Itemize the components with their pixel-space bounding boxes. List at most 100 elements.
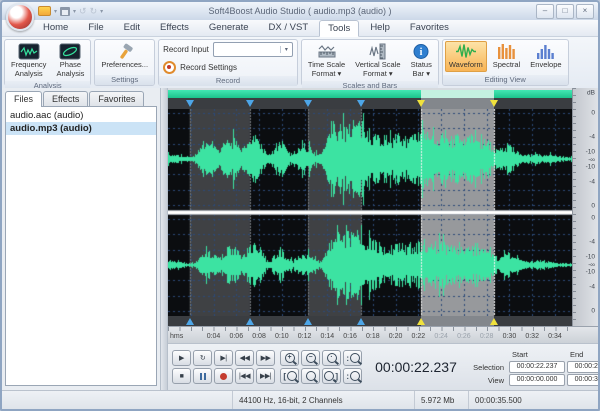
envelope-view-button[interactable]: Envelope — [526, 41, 565, 72]
save-icon[interactable] — [60, 7, 70, 16]
tab-generate[interactable]: Generate — [200, 19, 258, 36]
minimize-button[interactable]: – — [536, 4, 554, 19]
panel-splitter[interactable] — [160, 88, 168, 390]
rewind-button[interactable]: ◀◀ — [235, 350, 254, 366]
region-marker[interactable] — [357, 318, 365, 325]
fast-forward-button[interactable]: ▶▶ — [256, 350, 275, 366]
tab-effects[interactable]: Effects — [151, 19, 198, 36]
region-marker[interactable] — [186, 100, 194, 107]
record-icon — [220, 373, 227, 380]
time-ruler[interactable]: hms 0:040:060:080:100:120:140:160:180:20… — [168, 326, 598, 343]
tab-edit[interactable]: Edit — [115, 19, 149, 36]
magnifier-icon — [350, 353, 360, 363]
waveform-view-button[interactable]: Waveform — [445, 41, 487, 72]
qat-menu-caret-icon[interactable]: ▾ — [100, 8, 103, 15]
marker-strip-top[interactable] — [168, 98, 572, 109]
zoom-ratio-button[interactable]: : — [343, 350, 362, 366]
panel-caret-icon[interactable]: ▾ — [54, 8, 57, 15]
play-button[interactable]: ▶ — [172, 350, 191, 366]
overview-bar[interactable] — [168, 90, 572, 98]
record-settings-button[interactable]: Record Settings — [180, 63, 237, 72]
record-button[interactable] — [214, 368, 233, 384]
magnifier-icon — [287, 371, 297, 381]
region-marker[interactable] — [246, 100, 254, 107]
redo-icon[interactable]: ↻ — [90, 6, 98, 17]
undo-icon[interactable]: ↺ — [79, 6, 87, 17]
tab-dx-vst[interactable]: DX / VST — [260, 19, 318, 36]
panel-icon[interactable] — [38, 6, 51, 16]
group-settings: Preferences... Settings — [94, 39, 155, 86]
region-marker[interactable] — [357, 100, 365, 107]
go-to-start-button[interactable]: |◀◀ — [235, 368, 254, 384]
tab-file[interactable]: File — [79, 19, 112, 36]
ruler-time-label: 0:34 — [548, 333, 562, 340]
preferences-button[interactable]: Preferences... — [97, 41, 152, 72]
db-tick-label: 0 — [591, 110, 595, 117]
tab-help[interactable]: Help — [361, 19, 399, 36]
spectral-view-label: Spectral — [493, 61, 521, 70]
maximize-button[interactable]: □ — [556, 4, 574, 19]
record-input-select[interactable]: ▾ — [213, 42, 293, 57]
selection-marker[interactable] — [417, 100, 425, 107]
selection-marker[interactable] — [417, 318, 425, 325]
record-input-caret-icon[interactable]: ▾ — [280, 46, 292, 53]
panel-tab-favorites[interactable]: Favorites — [89, 91, 144, 106]
selection-marker[interactable] — [490, 100, 498, 107]
tab-favorites[interactable]: Favorites — [401, 19, 458, 36]
header-start: Start — [508, 350, 566, 359]
zoom-out-button[interactable]: − — [301, 350, 320, 366]
loop-button[interactable]: ↻ — [193, 350, 212, 366]
view-start-field[interactable]: 00:00:00.000 — [509, 374, 565, 386]
zoom-plain-button[interactable] — [301, 368, 320, 384]
zoom-fit-button[interactable]: ] — [322, 368, 341, 384]
zoom-in-button[interactable]: + — [280, 350, 299, 366]
zoom-selection-button[interactable]: [ — [280, 368, 299, 384]
view-end-field[interactable]: 00:00:35.500 — [567, 374, 600, 386]
zoom-vertical-button[interactable]: : — [343, 368, 362, 384]
go-to-end-button[interactable]: ▶▶| — [256, 368, 275, 384]
region-marker[interactable] — [186, 318, 194, 325]
frequency-analysis-button[interactable]: Frequency Analysis — [7, 41, 50, 80]
overview-selection[interactable] — [421, 90, 494, 98]
region-marker[interactable] — [246, 318, 254, 325]
tab-tools[interactable]: Tools — [319, 20, 359, 37]
close-button[interactable]: × — [576, 4, 594, 19]
play-to-end-button[interactable]: ▶| — [214, 350, 233, 366]
zoom-normal-button[interactable]: · — [322, 350, 341, 366]
vertical-scale-format-button[interactable]: Vertical Scale Format ▾ — [351, 41, 404, 80]
status-spacer — [2, 391, 232, 409]
db-tick-label: -4 — [589, 178, 595, 185]
spectral-view-button[interactable]: Spectral — [489, 41, 525, 72]
pause-button[interactable] — [193, 368, 212, 384]
region-marker[interactable] — [304, 100, 312, 107]
time-scale-format-button[interactable]: Time Scale Format ▾ — [304, 41, 349, 80]
row-label-selection: Selection — [470, 363, 508, 372]
group-analysis: Frequency Analysis Phase Analysis Analys… — [4, 39, 91, 86]
window-controls: – □ × — [536, 4, 598, 19]
stop-button[interactable]: ■ — [172, 368, 191, 384]
time-scale-format-label: Time Scale Format ▾ — [308, 61, 345, 78]
db-tick-label: -∞ — [588, 261, 595, 268]
panel-tab-files[interactable]: Files — [5, 91, 42, 107]
selection-end-field[interactable]: 00:00:28.646 — [567, 361, 600, 373]
selection-start-field[interactable]: 00:00:22.237 — [509, 361, 565, 373]
waveform-canvas[interactable] — [168, 109, 572, 316]
db-unit-label: dB — [587, 90, 595, 97]
tab-home[interactable]: Home — [34, 19, 77, 36]
header-end: End — [566, 350, 600, 359]
app-logo-icon[interactable] — [6, 3, 34, 31]
marker-strip-bottom[interactable] — [168, 316, 572, 326]
save-caret-icon[interactable]: ▾ — [73, 8, 76, 15]
status-bar-button[interactable]: i Status Bar ▾ — [407, 41, 436, 80]
selection-marker[interactable] — [490, 318, 498, 325]
list-item-selected[interactable]: audio.mp3 (audio) — [6, 122, 156, 135]
group-label-record: Record — [159, 76, 297, 86]
group-scales-bars: Time Scale Format ▾ Vertical Scale Forma… — [301, 39, 439, 86]
region-marker[interactable] — [304, 318, 312, 325]
ruler-time-label: 0:24 — [434, 333, 448, 340]
panel-tab-effects[interactable]: Effects — [43, 91, 88, 106]
magnifier-icon: − — [306, 353, 316, 363]
list-item[interactable]: audio.aac (audio) — [6, 109, 156, 122]
spectral-view-icon — [496, 43, 518, 60]
phase-analysis-button[interactable]: Phase Analysis — [52, 41, 88, 80]
